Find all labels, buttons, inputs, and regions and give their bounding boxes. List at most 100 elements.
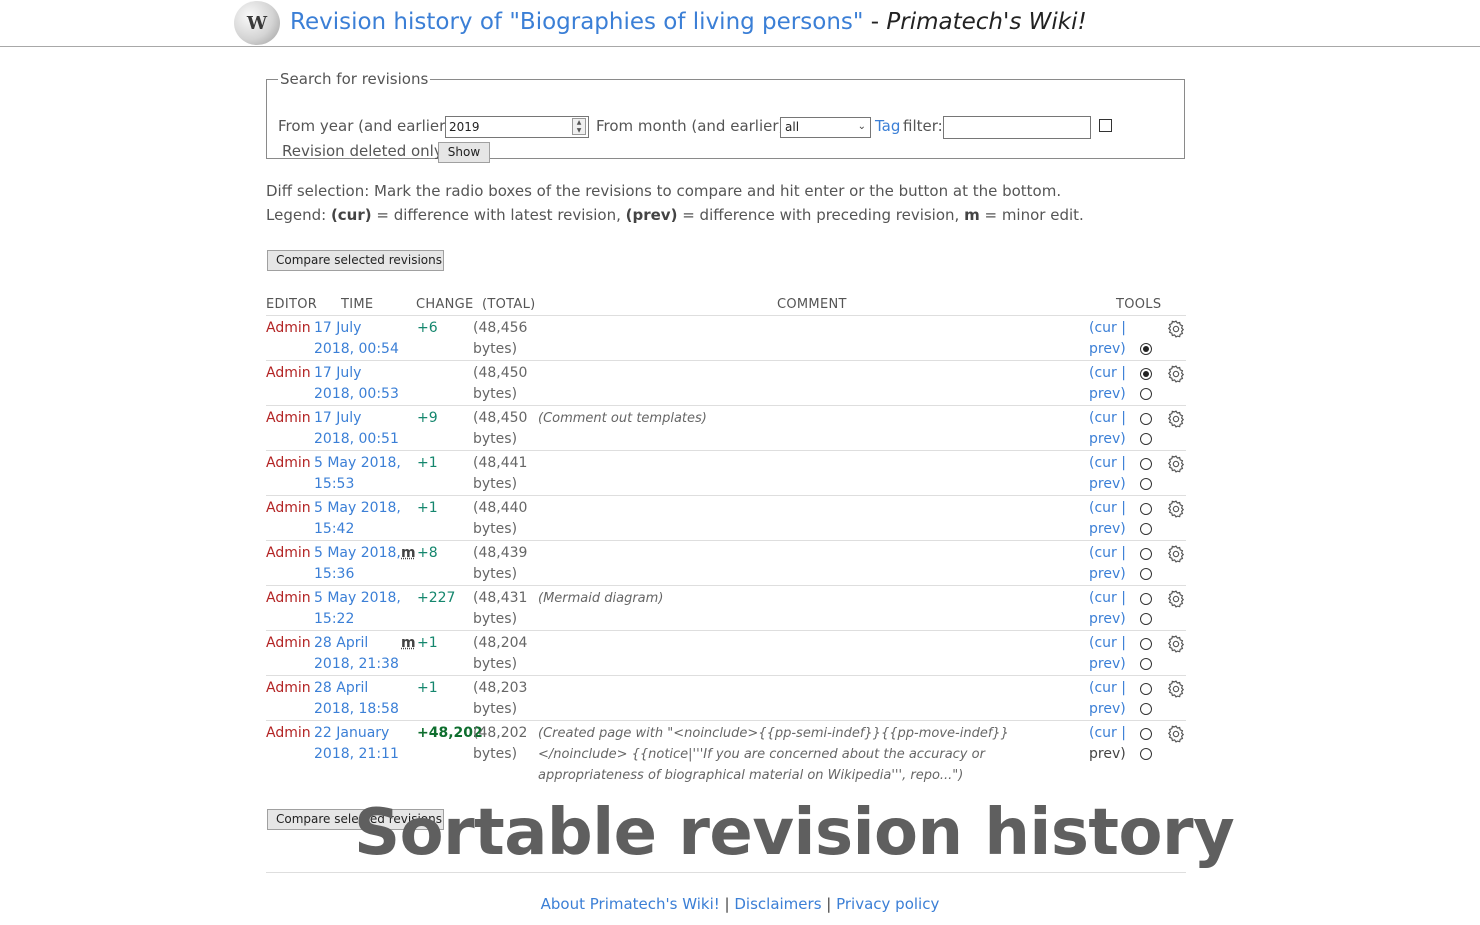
editor-link[interactable]: Admin bbox=[266, 678, 311, 699]
diff-old-radio[interactable] bbox=[1140, 683, 1152, 695]
cur-link[interactable]: (cur | bbox=[1089, 320, 1126, 336]
revision-time-link[interactable]: 5 May 2018, 15:42 bbox=[314, 498, 404, 540]
month-label: From month (and earlier): bbox=[596, 117, 790, 135]
table-row: Admin 5 May 2018, 15:36 m +8 (48,439 bytes) (… bbox=[266, 540, 1186, 585]
header-total[interactable]: (TOTAL) bbox=[482, 297, 535, 312]
total-size: (48,203 bytes) bbox=[473, 680, 528, 717]
diff-old-radio[interactable] bbox=[1140, 503, 1152, 515]
diff-new-radio[interactable] bbox=[1140, 658, 1152, 670]
diff-old-radio[interactable] bbox=[1140, 413, 1152, 425]
diff-old-radio[interactable] bbox=[1140, 368, 1152, 380]
year-spinner[interactable]: ▲ ▼ bbox=[572, 118, 586, 135]
diff-old-radio[interactable] bbox=[1140, 458, 1152, 470]
cur-link[interactable]: (cur | bbox=[1089, 410, 1126, 426]
size-change: +1 bbox=[417, 500, 438, 516]
diff-new-radio[interactable] bbox=[1140, 703, 1152, 715]
edit-comment: (Created page with "<noinclude>{{pp-semi… bbox=[538, 726, 1009, 783]
editor-link[interactable]: Admin bbox=[266, 543, 311, 564]
prev-link[interactable]: prev) bbox=[1089, 341, 1126, 357]
prev-link[interactable]: prev) bbox=[1089, 476, 1126, 492]
gear-icon[interactable] bbox=[1166, 319, 1186, 339]
footer-divider bbox=[266, 872, 1186, 873]
revision-time-link[interactable]: 5 May 2018, 15:22 bbox=[314, 588, 404, 630]
revision-time-link[interactable]: 17 July 2018, 00:54 bbox=[314, 318, 404, 360]
cur-link[interactable]: (cur | bbox=[1089, 365, 1126, 381]
show-button[interactable]: Show bbox=[438, 142, 490, 163]
month-select[interactable]: all ⌄ bbox=[780, 117, 871, 138]
total-size: (48,441 bytes) bbox=[473, 455, 528, 492]
header-comment[interactable]: COMMENT bbox=[777, 297, 847, 312]
gear-icon[interactable] bbox=[1166, 454, 1186, 474]
revision-time-link[interactable]: 5 May 2018, 15:53 bbox=[314, 453, 404, 495]
editor-link[interactable]: Admin bbox=[266, 408, 311, 429]
cur-link[interactable]: (cur | bbox=[1089, 635, 1126, 651]
revision-time-link[interactable]: 17 July 2018, 00:51 bbox=[314, 408, 404, 450]
gear-icon[interactable] bbox=[1166, 634, 1186, 654]
gear-icon[interactable] bbox=[1166, 409, 1186, 429]
cur-link[interactable]: (cur | bbox=[1089, 680, 1126, 696]
header-change[interactable]: CHANGE bbox=[416, 297, 474, 312]
wiki-globe-logo[interactable]: W bbox=[234, 1, 280, 45]
gear-icon[interactable] bbox=[1166, 724, 1186, 744]
page-title-link[interactable]: Revision history of "Biographies of livi… bbox=[290, 9, 863, 35]
header-editor[interactable]: EDITOR bbox=[266, 297, 317, 312]
diff-new-radio[interactable] bbox=[1140, 343, 1152, 355]
diff-new-radio[interactable] bbox=[1140, 613, 1152, 625]
edit-comment: (Mermaid diagram) bbox=[538, 591, 664, 606]
prev-link[interactable]: prev) bbox=[1089, 386, 1126, 402]
diff-new-radio[interactable] bbox=[1140, 388, 1152, 400]
size-change: +9 bbox=[417, 410, 438, 426]
tag-link[interactable]: Tag bbox=[875, 117, 900, 135]
legend-cur-text: = difference with latest revision, bbox=[371, 206, 626, 224]
diff-links: (cur | prev) bbox=[1089, 678, 1129, 720]
prev-link[interactable]: prev) bbox=[1089, 656, 1126, 672]
editor-link[interactable]: Admin bbox=[266, 453, 311, 474]
diff-new-radio[interactable] bbox=[1140, 478, 1152, 490]
prev-link[interactable]: prev) bbox=[1089, 611, 1126, 627]
minor-edit-marker: m bbox=[401, 545, 416, 561]
editor-link[interactable]: Admin bbox=[266, 498, 311, 519]
gear-icon[interactable] bbox=[1166, 589, 1186, 609]
year-input[interactable] bbox=[445, 116, 589, 138]
size-change: +8 bbox=[417, 545, 438, 561]
prev-link[interactable]: prev) bbox=[1089, 701, 1126, 717]
diff-new-radio[interactable] bbox=[1140, 748, 1152, 760]
prev-link[interactable]: prev) bbox=[1089, 566, 1126, 582]
tag-filter-input[interactable] bbox=[943, 116, 1091, 139]
footer-privacy-link[interactable]: Privacy policy bbox=[836, 895, 939, 913]
diff-old-radio[interactable] bbox=[1140, 548, 1152, 560]
prev-link[interactable]: prev) bbox=[1089, 521, 1126, 537]
cur-link[interactable]: (cur | bbox=[1089, 725, 1126, 741]
editor-link[interactable]: Admin bbox=[266, 588, 311, 609]
gear-icon[interactable] bbox=[1166, 544, 1186, 564]
editor-link[interactable]: Admin bbox=[266, 723, 311, 744]
diff-old-radio[interactable] bbox=[1140, 728, 1152, 740]
header-time[interactable]: TIME bbox=[341, 297, 373, 312]
editor-link[interactable]: Admin bbox=[266, 363, 311, 384]
editor-link[interactable]: Admin bbox=[266, 633, 311, 654]
header-tools: TOOLS bbox=[1116, 297, 1162, 312]
revision-time-link[interactable]: 28 April 2018, 21:38 bbox=[314, 633, 404, 675]
diff-old-radio[interactable] bbox=[1140, 638, 1152, 650]
gear-icon[interactable] bbox=[1166, 679, 1186, 699]
revision-time-link[interactable]: 28 April 2018, 18:58 bbox=[314, 678, 404, 720]
diff-new-radio[interactable] bbox=[1140, 523, 1152, 535]
revision-time-link[interactable]: 22 January 2018, 21:11 bbox=[314, 723, 404, 765]
cur-link[interactable]: (cur | bbox=[1089, 455, 1126, 471]
editor-link[interactable]: Admin bbox=[266, 318, 311, 339]
cur-link[interactable]: (cur | bbox=[1089, 545, 1126, 561]
diff-old-radio[interactable] bbox=[1140, 593, 1152, 605]
diff-new-radio[interactable] bbox=[1140, 433, 1152, 445]
gear-icon[interactable] bbox=[1166, 499, 1186, 519]
compare-selected-button-top[interactable]: Compare selected revisions bbox=[267, 250, 444, 271]
diff-new-radio[interactable] bbox=[1140, 568, 1152, 580]
prev-link[interactable]: prev) bbox=[1089, 431, 1126, 447]
revision-deleted-checkbox[interactable] bbox=[1099, 119, 1112, 132]
footer-disclaimers-link[interactable]: Disclaimers bbox=[734, 895, 821, 913]
cur-link[interactable]: (cur | bbox=[1089, 590, 1126, 606]
gear-icon[interactable] bbox=[1166, 364, 1186, 384]
cur-link[interactable]: (cur | bbox=[1089, 500, 1126, 516]
footer-about-link[interactable]: About Primatech's Wiki! bbox=[541, 895, 720, 913]
revision-time-link[interactable]: 5 May 2018, 15:36 bbox=[314, 543, 404, 585]
revision-time-link[interactable]: 17 July 2018, 00:53 bbox=[314, 363, 404, 405]
